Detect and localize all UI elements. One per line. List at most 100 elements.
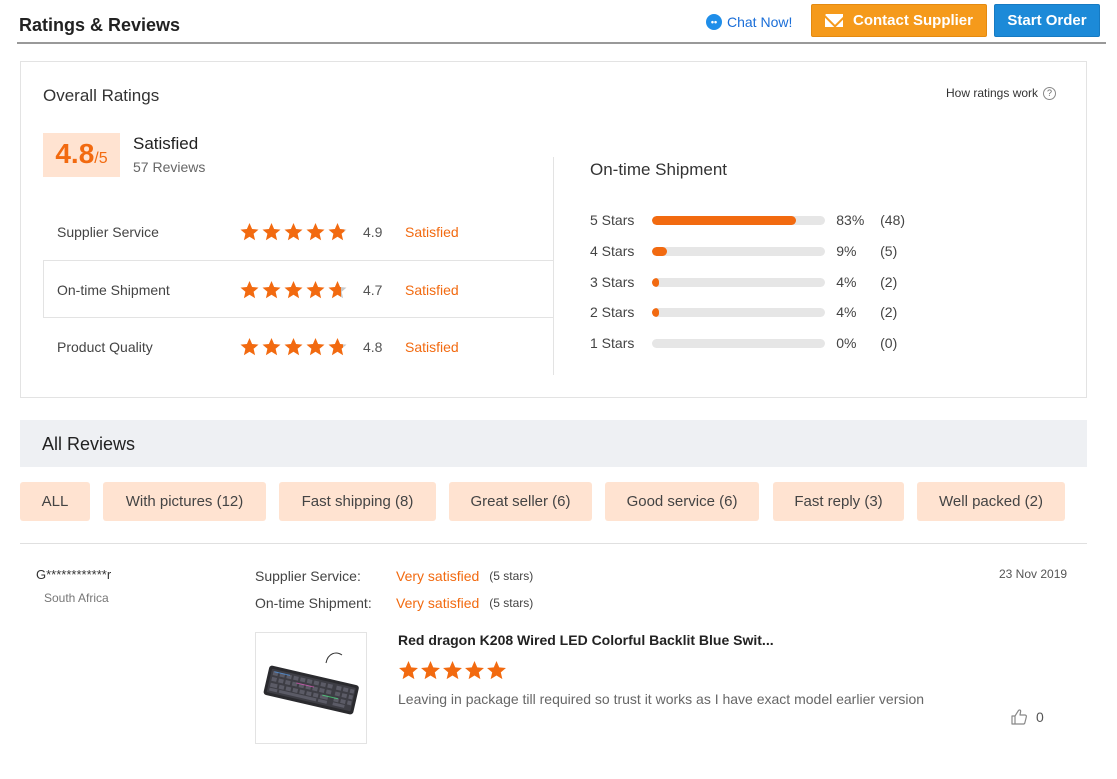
- star-icon: [240, 338, 259, 356]
- chat-icon: ••: [706, 14, 722, 30]
- reviewer-name: G************r: [36, 567, 112, 582]
- review-text: Leaving in package till required so trus…: [398, 691, 925, 707]
- review-rating-label: On-time Shipment:: [255, 595, 372, 611]
- shipment-bar-track: [651, 277, 826, 287]
- chat-now-link[interactable]: •• Chat Now!: [706, 12, 792, 32]
- rating-row-value: 4.7: [363, 282, 383, 298]
- review-rating-stars: (5 stars): [489, 596, 534, 610]
- rating-row-label: Product Quality: [57, 339, 153, 355]
- shipment-bar-percent: 4%: [836, 304, 857, 320]
- start-order-button[interactable]: Start Order: [994, 4, 1100, 37]
- star-icon: [262, 338, 281, 356]
- shipment-bar-count: (5): [880, 243, 898, 259]
- filter-chip-fast-shipping[interactable]: Fast shipping (8): [279, 482, 436, 521]
- all-reviews-header: [20, 420, 1087, 467]
- contact-supplier-button[interactable]: Contact Supplier: [811, 4, 987, 37]
- star-icon: [306, 281, 325, 299]
- rating-row-value: 4.9: [363, 224, 383, 240]
- star-icon: [306, 223, 325, 241]
- shipment-bar-fill: [651, 307, 659, 317]
- rating-row-product-quality: Product Quality 4.8 Satisfied: [57, 337, 537, 357]
- star-icon: [262, 281, 281, 299]
- product-thumbnail[interactable]: [255, 632, 367, 744]
- shipment-bar-count: (48): [880, 212, 906, 228]
- review-rating-label: Supplier Service:: [255, 568, 361, 584]
- filter-chip-great-seller[interactable]: Great seller (6): [449, 482, 592, 521]
- overall-score: 4.8 /5: [43, 133, 120, 177]
- star-icon: [262, 223, 281, 241]
- filter-chip-fast-reply[interactable]: Fast reply (3): [773, 482, 904, 521]
- like-button[interactable]: 0: [1010, 708, 1044, 726]
- panel-divider: [553, 157, 554, 375]
- rating-stars: [239, 222, 363, 242]
- star-icon: [328, 223, 347, 241]
- review-stars: [398, 660, 507, 681]
- shipment-bar-fill: [651, 277, 659, 287]
- shipment-bar-row: 1 Stars 0% (0): [590, 334, 920, 352]
- star-icon: [443, 661, 462, 680]
- reviews-divider: [20, 543, 1087, 544]
- rating-stars: [239, 337, 363, 357]
- filter-chip-with-pictures[interactable]: With pictures (12): [103, 482, 266, 521]
- how-ratings-work-link[interactable]: How ratings work ?: [946, 86, 1057, 100]
- overall-ratings-title: Overall Ratings: [43, 86, 160, 105]
- help-icon: ?: [1043, 86, 1057, 100]
- shipment-bar-track: [651, 307, 826, 317]
- rating-row-status: Satisfied: [405, 282, 459, 298]
- star-icon: [240, 281, 259, 299]
- shipment-bar-percent: 0%: [836, 335, 857, 351]
- shipment-bar-label: 4 Stars: [590, 243, 635, 259]
- shipment-bar-percent: 9%: [836, 243, 857, 259]
- rating-row-label: Supplier Service: [57, 224, 159, 240]
- keyboard-image: [263, 652, 359, 715]
- star-icon: [284, 338, 303, 356]
- review-supplier-rating: Supplier Service: Very satisfied (5 star…: [255, 567, 533, 585]
- filter-chip-good-service[interactable]: Good service (6): [605, 482, 759, 521]
- shipment-bar-percent: 83%: [836, 212, 865, 228]
- rating-row-on-time-shipment[interactable]: On-time Shipment 4.7 Satisfied: [57, 280, 537, 300]
- star-icon: [284, 223, 303, 241]
- overall-score-value: 4.8: [55, 138, 95, 169]
- shipment-bar-row: 4 Stars 9% (5): [590, 242, 920, 260]
- envelope-icon: [824, 14, 843, 27]
- product-title-link[interactable]: Red dragon K208 Wired LED Colorful Backl…: [398, 632, 774, 648]
- filter-chip-well-packed[interactable]: Well packed (2): [917, 482, 1065, 521]
- shipment-title: On-time Shipment: [590, 160, 727, 179]
- shipment-bar-count: (2): [880, 274, 898, 290]
- star-icon: [487, 661, 506, 680]
- shipment-bar-row: 5 Stars 83% (48): [590, 211, 920, 229]
- reviewer-country: South Africa: [44, 591, 109, 605]
- shipment-bar-label: 2 Stars: [590, 304, 635, 320]
- review-rating-value: Very satisfied: [396, 595, 480, 611]
- review-rating-value: Very satisfied: [396, 568, 480, 584]
- shipment-bar-fill: [651, 246, 668, 256]
- contact-supplier-label: Contact Supplier: [852, 12, 973, 29]
- shipment-bar-label: 1 Stars: [590, 335, 635, 351]
- star-icon: [328, 338, 347, 356]
- rating-row-supplier-service: Supplier Service 4.9 Satisfied: [57, 222, 537, 242]
- shipment-bar-label: 5 Stars: [590, 212, 635, 228]
- review-shipment-rating: On-time Shipment: Very satisfied (5 star…: [255, 594, 533, 612]
- review-rating-stars: (5 stars): [489, 569, 534, 583]
- star-icon: [240, 223, 259, 241]
- rating-row-value: 4.8: [363, 339, 383, 355]
- overall-status: Satisfied: [133, 134, 199, 153]
- how-ratings-work-label: How ratings work: [946, 86, 1039, 100]
- shipment-bar-count: (2): [880, 304, 898, 320]
- all-reviews-title: All Reviews: [42, 434, 136, 454]
- thumbs-up-icon: [1011, 709, 1027, 725]
- rating-row-status: Satisfied: [405, 339, 459, 355]
- star-icon: [306, 338, 325, 356]
- shipment-bar-fill: [651, 215, 796, 225]
- shipment-bar-track: [651, 246, 826, 256]
- shipment-bar-row: 2 Stars 4% (2): [590, 303, 920, 321]
- filter-chip-all[interactable]: ALL: [20, 482, 90, 521]
- overall-score-suffix: /5: [94, 150, 108, 167]
- rating-row-label: On-time Shipment: [57, 282, 170, 298]
- shipment-bar-track: [651, 215, 826, 225]
- start-order-label: Start Order: [1007, 12, 1087, 29]
- page-title: Ratings & Reviews: [19, 15, 181, 35]
- star-icon: [328, 281, 347, 299]
- review-date: 23 Nov 2019: [999, 567, 1068, 581]
- reviews-count: 57 Reviews: [133, 159, 206, 175]
